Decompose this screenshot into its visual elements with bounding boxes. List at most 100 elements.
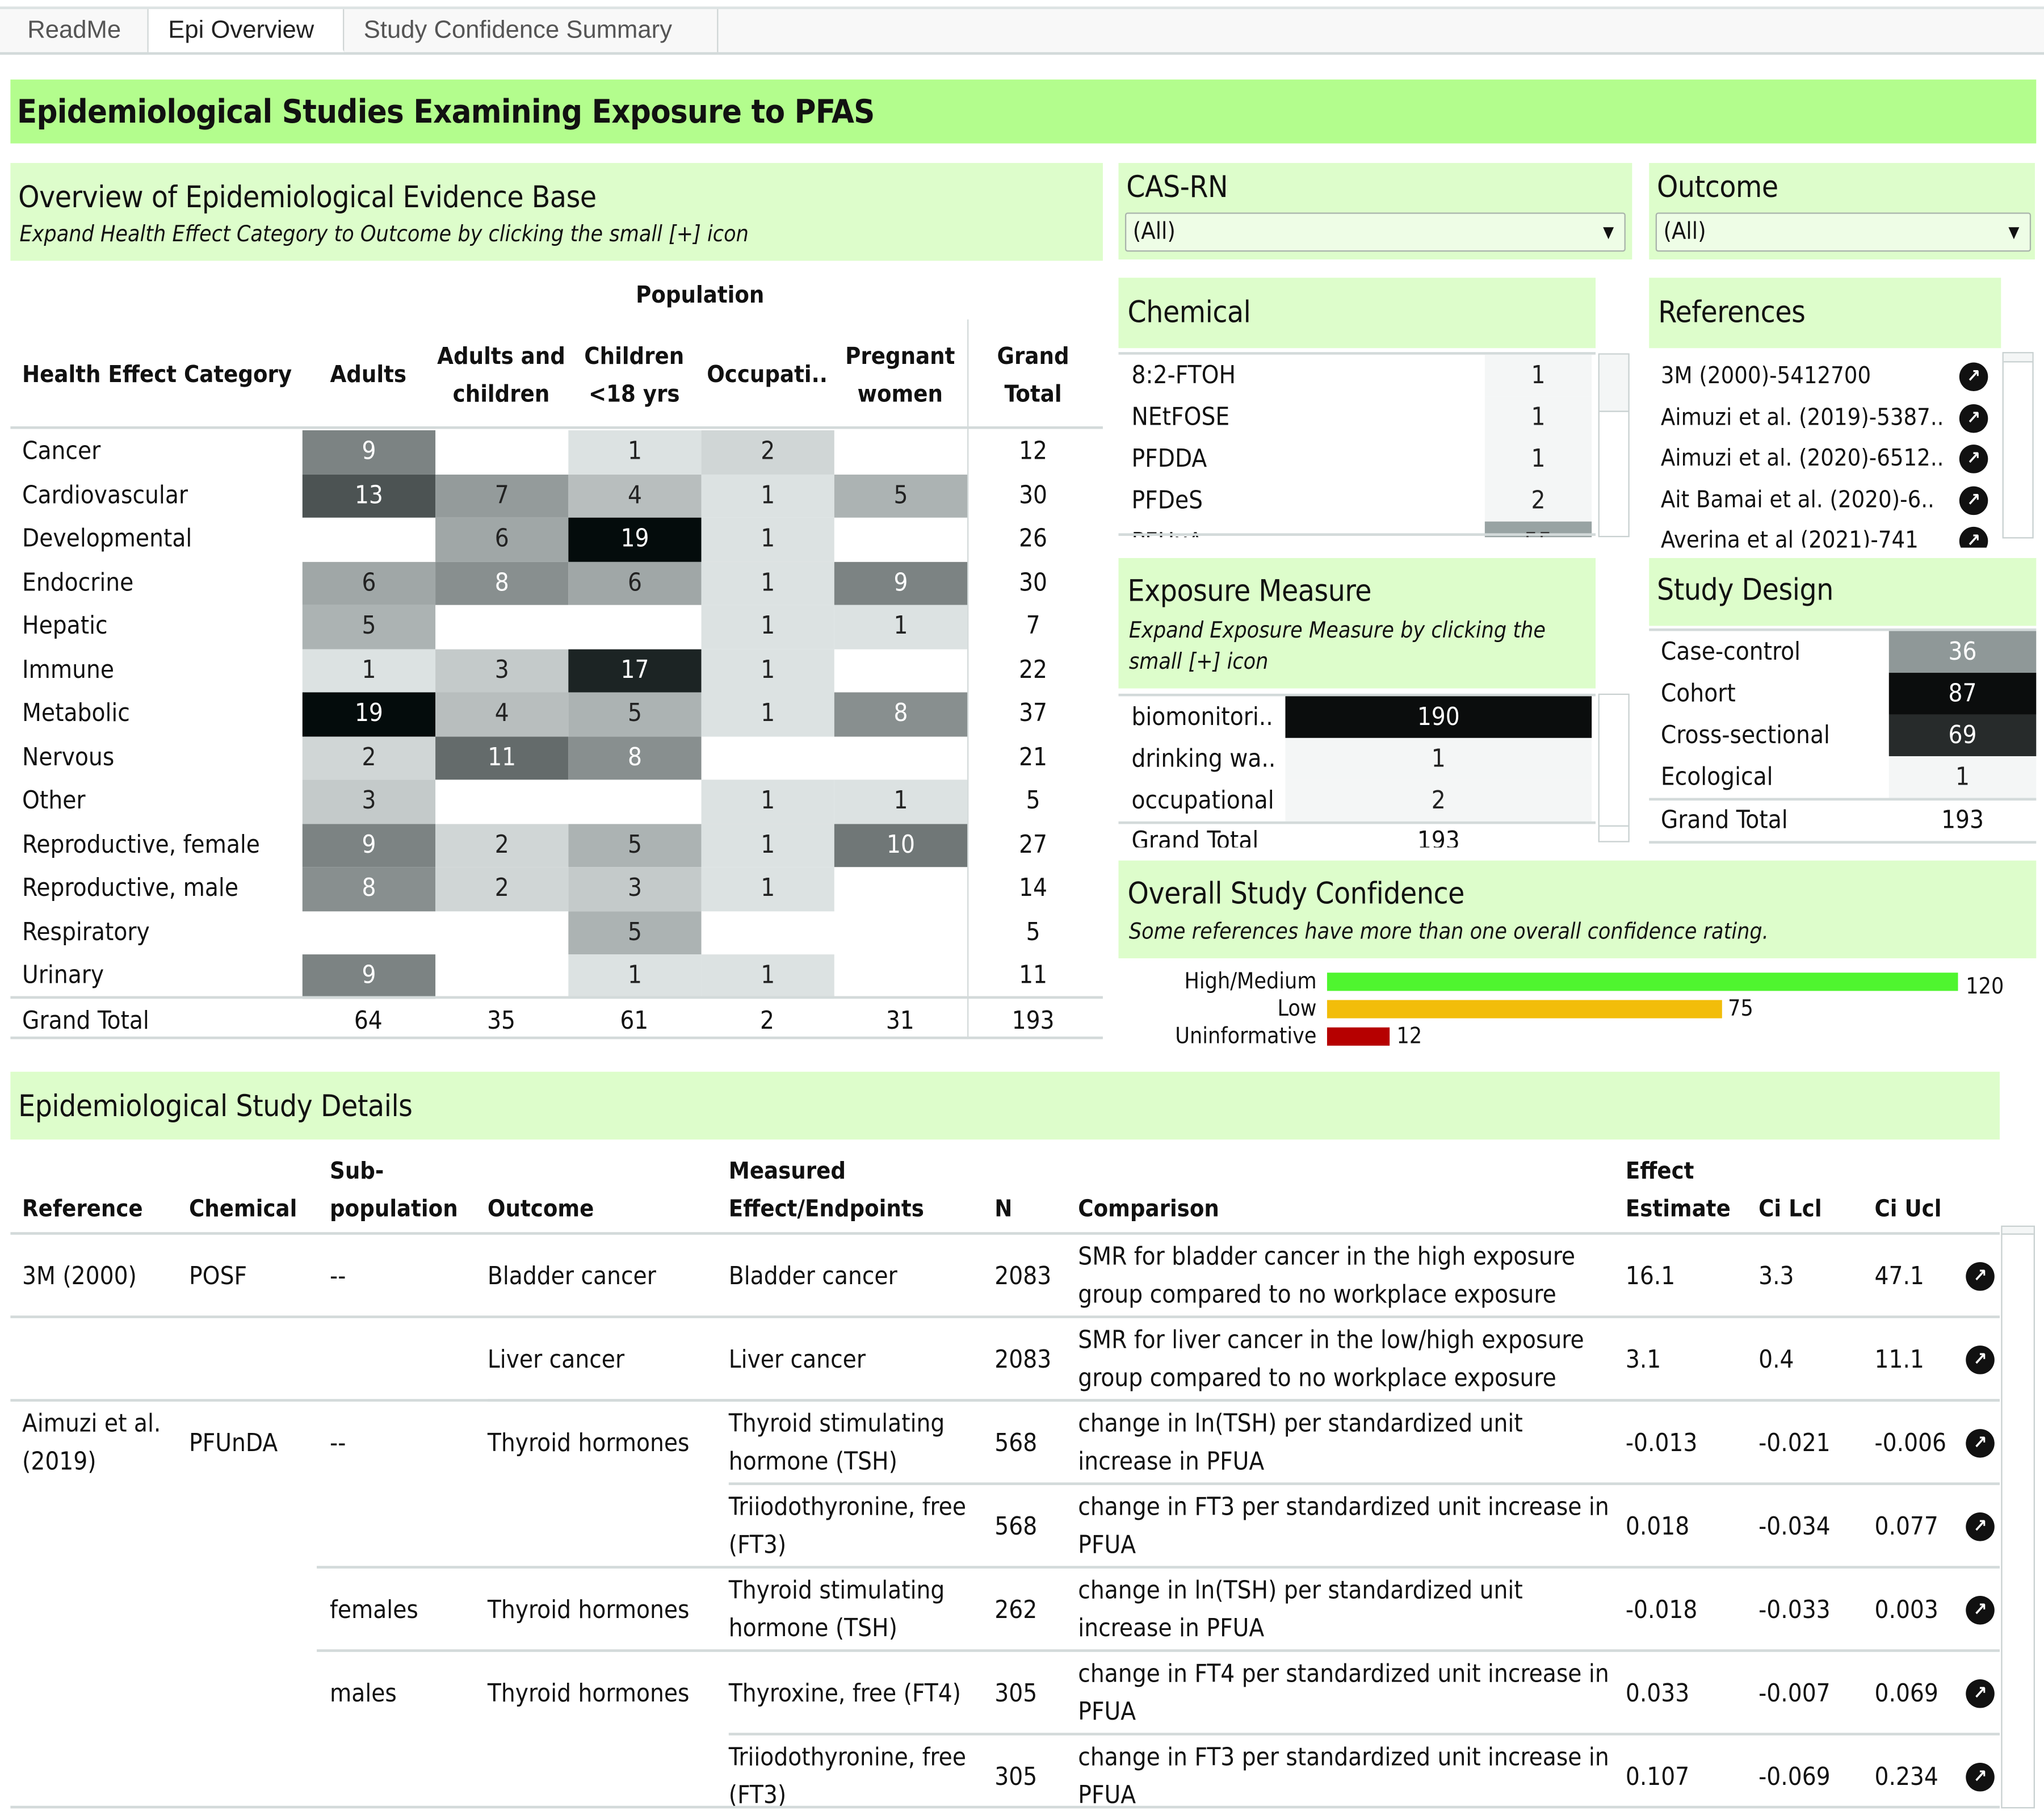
external-link-icon[interactable]: ↗ (1966, 1512, 1995, 1541)
reference-item[interactable]: Aimuzi et al. (2019)-5387.. (1661, 397, 1944, 438)
heatmap-cell[interactable]: 1 (701, 692, 834, 736)
scrollbar-thumb[interactable] (1599, 354, 1629, 412)
heatmap-cell[interactable]: 5 (568, 692, 702, 736)
exposure-item[interactable]: drinking wa.. (1131, 738, 1275, 779)
study-design-item[interactable]: Cohort (1661, 673, 1736, 714)
heatmap-cell[interactable]: 8 (834, 692, 968, 736)
reference-item[interactable]: Ait Bamai et al. (2020)-6.. (1661, 479, 1934, 521)
row-label[interactable]: Endocrine (22, 561, 133, 605)
study-design-count[interactable]: 87 (1888, 673, 2037, 715)
heatmap-cell[interactable]: 2 (302, 736, 436, 780)
heatmap-cell[interactable]: 2 (435, 823, 569, 867)
heatmap-cell[interactable]: 6 (435, 517, 569, 561)
heatmap-cell[interactable]: 17 (568, 648, 702, 693)
row-label[interactable]: Reproductive, male (22, 867, 238, 911)
heatmap-cell[interactable]: 6 (302, 561, 436, 605)
cas-rn-dropdown[interactable]: (All) ▼ (1124, 212, 1626, 252)
heatmap-cell[interactable]: 1 (701, 867, 834, 911)
study-design-item[interactable]: Ecological (1661, 756, 1773, 798)
heatmap-cell[interactable]: 2 (435, 867, 569, 911)
heatmap-cell[interactable]: 1 (701, 473, 834, 518)
study-design-item[interactable]: Cross-sectional (1661, 715, 1830, 756)
heatmap-cell[interactable]: 1 (834, 779, 968, 824)
heatmap-cell[interactable]: 1 (568, 430, 702, 474)
heatmap-cell[interactable]: 9 (834, 561, 968, 605)
heatmap-cell[interactable]: 1 (701, 517, 834, 561)
bar-high-medium[interactable] (1327, 973, 1958, 991)
heatmap-cell[interactable]: 19 (568, 517, 702, 561)
row-label[interactable]: Developmental (22, 518, 192, 561)
heatmap-cell[interactable]: 1 (302, 648, 436, 693)
heatmap-cell[interactable]: 1 (701, 823, 834, 867)
details-scrollbar[interactable] (2001, 1225, 2035, 1809)
heatmap-cell[interactable]: 9 (302, 430, 436, 474)
exposure-item[interactable]: occupational (1131, 779, 1274, 821)
heatmap-cell[interactable]: 11 (435, 736, 569, 780)
heatmap-cell[interactable]: 8 (302, 867, 436, 911)
heatmap-cell[interactable]: 1 (701, 561, 834, 605)
row-label[interactable]: Urinary (22, 954, 104, 998)
row-label[interactable]: Immune (22, 649, 114, 693)
external-link-icon[interactable]: ↗ (1959, 485, 1988, 515)
external-link-icon[interactable]: ↗ (1966, 1345, 1995, 1374)
chemical-count[interactable]: 1 (1484, 354, 1592, 397)
external-link-icon[interactable]: ↗ (1966, 1763, 1995, 1792)
scrollbar-thumb[interactable] (2003, 353, 2033, 363)
external-link-icon[interactable]: ↗ (1959, 403, 1988, 433)
heatmap-cell[interactable]: 10 (834, 823, 968, 867)
heatmap-cell[interactable]: 13 (302, 473, 436, 518)
tab-study-confidence-summary[interactable]: Study Confidence Summary (344, 9, 719, 52)
heatmap-cell[interactable]: 5 (568, 911, 702, 955)
scrollbar-thumb[interactable] (2002, 1227, 2034, 1235)
external-link-icon[interactable]: ↗ (1966, 1679, 1995, 1708)
heatmap-cell[interactable]: 4 (435, 692, 569, 736)
heatmap-cell[interactable]: 4 (568, 473, 702, 518)
heatmap-cell[interactable]: 9 (302, 823, 436, 867)
heatmap-cell[interactable]: 7 (435, 473, 569, 518)
scrollbar-thumb[interactable] (1599, 695, 1629, 827)
tab-readme[interactable]: ReadMe (8, 9, 149, 52)
chemical-scrollbar[interactable] (1598, 353, 1630, 538)
heatmap-cell[interactable]: 6 (568, 561, 702, 605)
heatmap-cell[interactable]: 2 (701, 430, 834, 474)
heatmap-cell[interactable]: 8 (435, 561, 569, 605)
bar-low[interactable] (1327, 1000, 1722, 1018)
exposure-count[interactable]: 2 (1285, 779, 1592, 821)
heatmap-cell[interactable]: 3 (302, 779, 436, 824)
heatmap-cell[interactable]: 1 (701, 779, 834, 824)
heatmap-cell[interactable]: 5 (568, 823, 702, 867)
heatmap-cell[interactable]: 1 (701, 605, 834, 649)
heatmap-cell[interactable]: 5 (834, 473, 968, 518)
row-label[interactable]: Hepatic (22, 605, 108, 649)
row-label[interactable]: Reproductive, female (22, 823, 260, 867)
row-label[interactable]: Cancer (22, 430, 100, 474)
exposure-count[interactable]: 190 (1285, 696, 1592, 738)
chemical-count[interactable]: 2 (1484, 480, 1592, 522)
row-label[interactable]: Other (22, 779, 85, 823)
external-link-icon[interactable]: ↗ (1966, 1262, 1995, 1291)
tab-epi-overview[interactable]: Epi Overview (148, 9, 345, 52)
chemical-item[interactable]: PFDeS (1131, 480, 1203, 521)
exposure-count[interactable]: 1 (1285, 737, 1592, 780)
bar-uninformative[interactable] (1327, 1027, 1391, 1046)
heatmap-cell[interactable]: 3 (435, 648, 569, 693)
reference-item[interactable]: Averina et al (2021)-741 (1661, 520, 1919, 548)
heatmap-cell[interactable]: 1 (568, 954, 702, 999)
row-label[interactable]: Respiratory (22, 911, 150, 954)
outcome-dropdown[interactable]: (All) ▼ (1655, 212, 2032, 252)
heatmap-cell[interactable]: 9 (302, 954, 436, 999)
heatmap-cell[interactable]: 5 (302, 605, 436, 649)
study-design-count[interactable]: 69 (1888, 714, 2037, 757)
chemical-count[interactable]: 1 (1484, 396, 1592, 438)
reference-item[interactable]: Aimuzi et al. (2020)-6512.. (1661, 438, 1944, 480)
heatmap-cell[interactable]: 1 (701, 954, 834, 999)
heatmap-cell[interactable]: 8 (568, 736, 702, 780)
references-scrollbar[interactable] (2002, 352, 2034, 539)
exposure-scrollbar[interactable] (1598, 693, 1630, 842)
chemical-item[interactable]: 8:2-FTOH (1131, 355, 1236, 396)
study-design-count[interactable]: 1 (1888, 756, 2037, 798)
external-link-icon[interactable]: ↗ (1959, 362, 1988, 391)
row-label[interactable]: Metabolic (22, 692, 130, 736)
study-design-item[interactable]: Case-control (1661, 631, 1800, 673)
external-link-icon[interactable]: ↗ (1959, 445, 1988, 473)
